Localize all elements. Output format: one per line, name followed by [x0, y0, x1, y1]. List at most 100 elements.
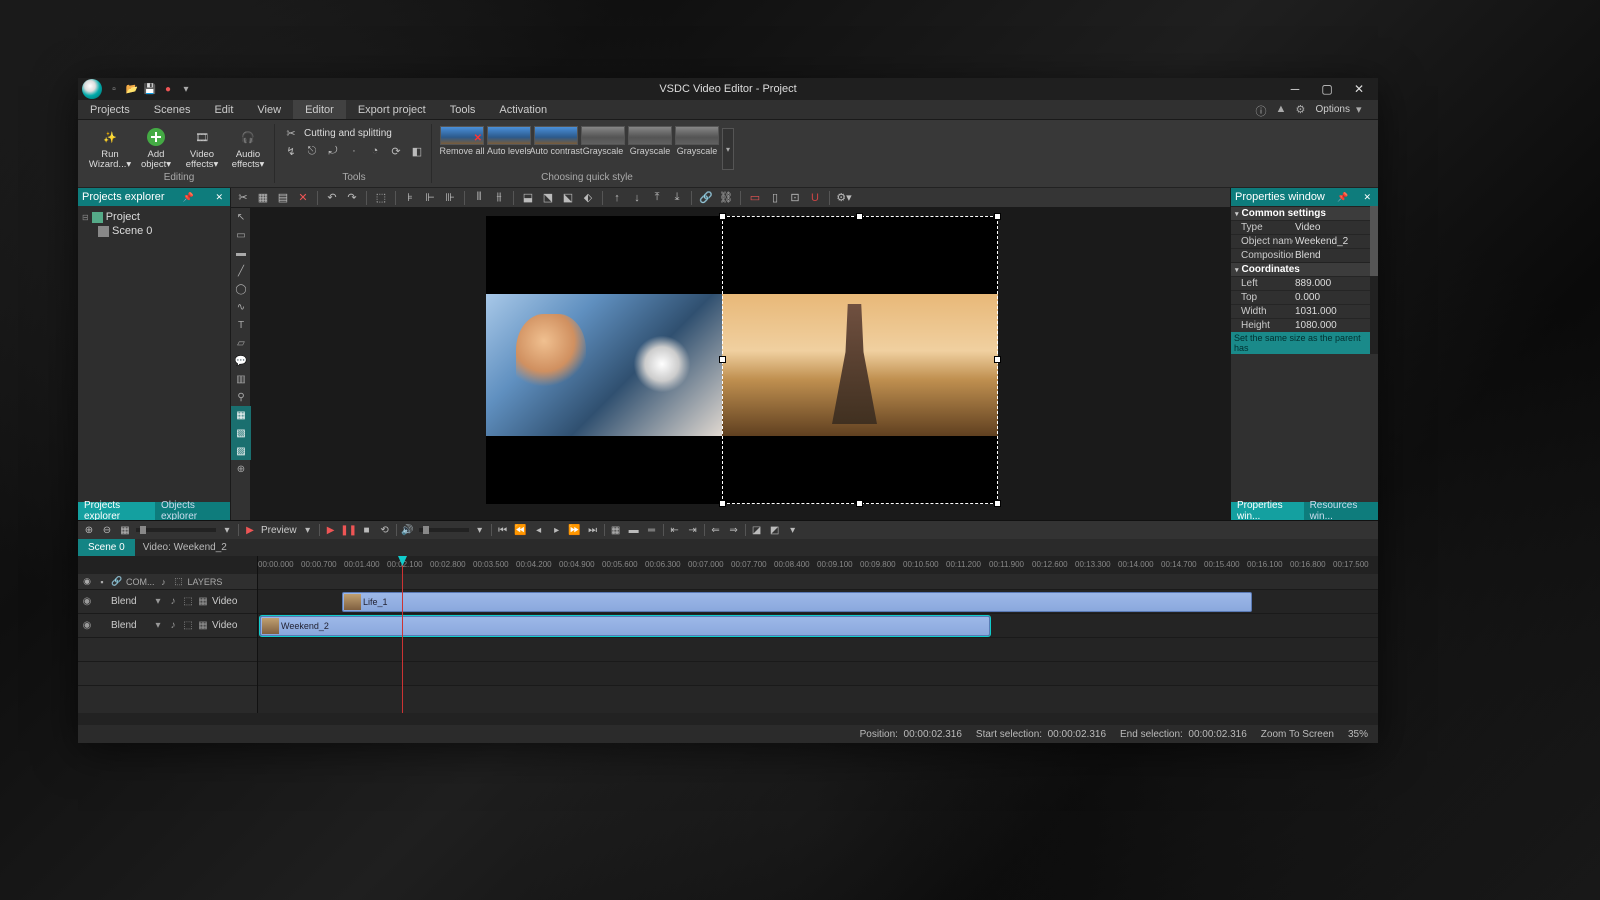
scissors-icon[interactable]: ✂ [283, 126, 299, 140]
tree-root-project[interactable]: ⊟ Project [80, 210, 228, 224]
clip-life-1[interactable]: Life_1 [342, 592, 1252, 612]
bell-icon[interactable]: ▲ [1276, 103, 1290, 117]
pause-icon[interactable]: ❚❚ [342, 523, 356, 537]
tab-resources-window[interactable]: Resources win... [1304, 502, 1378, 520]
ts-sel-2-icon[interactable]: ▧ [231, 424, 251, 442]
menu-export[interactable]: Export project [346, 100, 438, 119]
preview-label[interactable]: Preview [261, 525, 297, 536]
options-dropdown-icon[interactable]: ▾ [1356, 103, 1370, 117]
menu-edit[interactable]: Edit [202, 100, 245, 119]
timeline-track-empty-2[interactable] [258, 662, 1378, 686]
guides-icon[interactable]: ▯ [767, 190, 783, 206]
view-3-icon[interactable]: ═ [645, 523, 659, 537]
timeline-scrollbar[interactable] [78, 713, 1378, 725]
style-grayscale-2[interactable]: Grayscale [628, 126, 672, 156]
track2-eye-icon[interactable]: ◉ [81, 620, 93, 631]
dist-3-icon[interactable]: ⬕ [560, 190, 576, 206]
stop-icon[interactable]: ■ [360, 523, 374, 537]
menu-view[interactable]: View [245, 100, 293, 119]
timeline-tracks-area[interactable]: 00:00.00000:00.70000:01.40000:02.10000:0… [258, 556, 1378, 713]
rewind-icon[interactable]: ⏪ [514, 523, 528, 537]
vol-drop-icon[interactable]: ▾ [473, 523, 487, 537]
timeline-ruler[interactable]: 00:00.00000:00.70000:01.40000:02.10000:0… [258, 556, 1378, 574]
prop-hint[interactable]: Set the same size as the parent has [1231, 332, 1378, 354]
step-fwd-icon[interactable]: ▸ [550, 523, 564, 537]
play2-icon[interactable]: ▶ [324, 523, 338, 537]
audio-effects-button[interactable]: 🎧 Audioeffects▾ [228, 124, 268, 171]
ts-sel-3-icon[interactable]: ▨ [231, 442, 251, 460]
resize-handle-bm[interactable] [856, 500, 863, 507]
snap-left-icon[interactable]: ⇐ [709, 523, 723, 537]
tool-reverse-icon[interactable]: ⟳ [388, 144, 404, 158]
add-track-icon[interactable]: ⊕ [82, 523, 96, 537]
eye-header-icon[interactable]: ◉ [81, 576, 93, 587]
tracks-icon[interactable]: ▦ [118, 523, 132, 537]
maximize-button[interactable]: ▢ [1320, 82, 1334, 96]
track-head-1[interactable]: ◉ Blend ▾ ♪⬚▦ Video [78, 590, 257, 614]
ts-ellipse-icon[interactable]: ◯ [231, 280, 251, 298]
resize-handle-mr[interactable] [994, 356, 1001, 363]
resize-handle-tr[interactable] [994, 213, 1001, 220]
tab-projects-explorer[interactable]: Projects explorer [78, 502, 155, 520]
zoom-drop-icon[interactable]: ▾ [220, 523, 234, 537]
dist-1-icon[interactable]: ⬓ [520, 190, 536, 206]
menu-scenes[interactable]: Scenes [142, 100, 203, 119]
view-2-icon[interactable]: ▬ [627, 523, 641, 537]
extra-drop-icon[interactable]: ▾ [786, 523, 800, 537]
goto-end-icon[interactable]: ⏭ [586, 523, 600, 537]
lock-header-icon[interactable]: ▪ [96, 577, 108, 587]
settings-drop-icon[interactable]: ⚙▾ [836, 190, 852, 206]
ruler-icon[interactable]: U [807, 190, 823, 206]
properties-list[interactable]: Common settings TypeVideo Object nameWee… [1231, 206, 1378, 354]
tool-rotate-icon[interactable]: ⤾ [325, 144, 341, 158]
tab-objects-explorer[interactable]: Objects explorer [155, 502, 230, 520]
ts-curve-icon[interactable]: ∿ [231, 298, 251, 316]
order-up-icon[interactable]: ↑ [609, 190, 625, 206]
style-grayscale-1[interactable]: Grayscale [581, 126, 625, 156]
fast-fwd-icon[interactable]: ⏩ [568, 523, 582, 537]
marker-in-icon[interactable]: ⇤ [668, 523, 682, 537]
align-2-icon[interactable]: ⊩ [422, 190, 438, 206]
tool-flip-icon[interactable]: · [346, 144, 362, 158]
add-object-button[interactable]: Addobject▾ [136, 124, 176, 171]
ts-tooltip-icon[interactable]: ▱ [231, 334, 251, 352]
order-down-icon[interactable]: ↓ [629, 190, 645, 206]
ts-animation-icon[interactable]: ⚲ [231, 388, 251, 406]
run-wizard-button[interactable]: ✨ RunWizard...▾ [90, 124, 130, 171]
minimize-button[interactable]: ─ [1288, 82, 1302, 96]
layers-header-icon[interactable]: ⬚ [173, 576, 185, 587]
tree-scene-0[interactable]: Scene 0 [80, 224, 228, 238]
dist-2-icon[interactable]: ⬔ [540, 190, 556, 206]
preview-drop-icon[interactable]: ▾ [301, 523, 315, 537]
video-effects-button[interactable]: 🎞 Videoeffects▾ [182, 124, 222, 171]
remove-track-icon[interactable]: ⊖ [100, 523, 114, 537]
tool-crop-icon[interactable]: ↯ [283, 144, 299, 158]
copy-icon[interactable]: ▦ [255, 190, 271, 206]
dist-4-icon[interactable]: ⬖ [580, 190, 596, 206]
canvas-preview[interactable] [251, 208, 1230, 520]
step-back-icon[interactable]: ◂ [532, 523, 546, 537]
style-auto-contrast[interactable]: Auto contrast [534, 126, 578, 156]
style-grayscale-3[interactable]: Grayscale [675, 126, 719, 156]
tool-split-icon[interactable]: ⎋ [304, 144, 320, 158]
styles-more-icon[interactable]: ▾ [722, 128, 734, 170]
save-icon[interactable]: 💾 [144, 83, 156, 95]
ts-image-icon[interactable]: ▬ [231, 244, 251, 262]
zoom-slider[interactable] [136, 528, 216, 532]
style-remove-all[interactable]: Remove all [440, 126, 484, 156]
properties-scrollbar[interactable] [1370, 206, 1378, 354]
clip-weekend-2[interactable]: Weekend_2 [260, 616, 990, 636]
align-1-icon[interactable]: ⊧ [402, 190, 418, 206]
zoom-to-screen-button[interactable]: Zoom To Screen [1261, 729, 1334, 740]
extra-2-icon[interactable]: ◩ [768, 523, 782, 537]
rec-square-icon[interactable]: ▭ [747, 190, 763, 206]
tab-properties-window[interactable]: Properties win... [1231, 502, 1304, 520]
ts-counter-icon[interactable]: ⊕ [231, 460, 251, 478]
selection-box[interactable] [722, 216, 998, 504]
scene-tab-0[interactable]: Scene 0 [78, 539, 135, 556]
extra-1-icon[interactable]: ◪ [750, 523, 764, 537]
section-coordinates[interactable]: Coordinates [1231, 262, 1378, 276]
ts-chart-icon[interactable]: ▥ [231, 370, 251, 388]
ts-text-icon[interactable]: T [231, 316, 251, 334]
chevron-down-icon[interactable]: ▾ [152, 596, 164, 607]
